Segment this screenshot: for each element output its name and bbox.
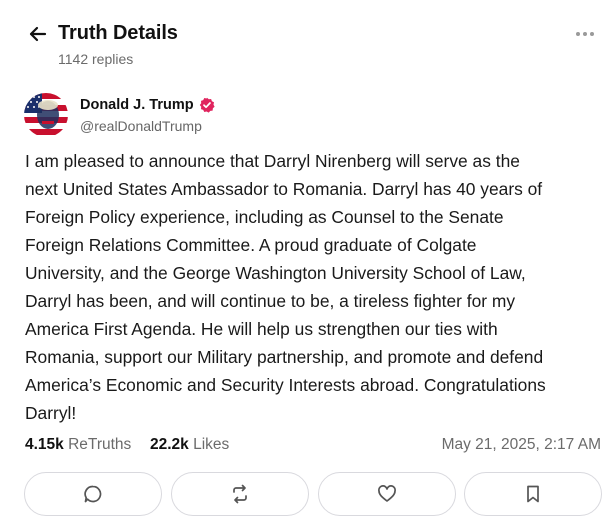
post-body-line: America’s Economic and Security Interest…	[25, 375, 546, 395]
post-body-line: Foreign Relations Committee. A proud gra…	[25, 235, 477, 255]
author-name-row: Donald J. Trump	[80, 97, 215, 113]
reply-button[interactable]	[24, 472, 162, 516]
more-options-button[interactable]	[574, 26, 596, 42]
post-stats: 4.15k ReTruths 22.2k Likes May 21, 2025,…	[25, 436, 601, 458]
post-body-line: Foreign Policy experience, including as …	[25, 207, 504, 227]
heart-icon	[378, 485, 396, 502]
post-body-line: Darryl!	[25, 403, 77, 423]
retruth-icon	[233, 484, 247, 504]
more-horizontal-icon	[576, 32, 594, 36]
post-body-line: University, and the George Washington Un…	[25, 263, 526, 283]
retruths-count: 4.15k	[25, 436, 64, 453]
page-header: Truth Details 1142 replies	[26, 20, 596, 72]
post-body-line: next United States Ambassador to Romania…	[25, 179, 543, 199]
likes-stat[interactable]: 22.2k Likes	[150, 436, 229, 454]
post-author: Donald J. Trump @realDonaldTrump	[24, 93, 424, 137]
avatar[interactable]	[24, 93, 68, 137]
reply-icon	[84, 485, 102, 503]
retruth-button[interactable]	[171, 472, 309, 516]
post-body-line: America First Agenda. He will help us st…	[25, 319, 498, 339]
bookmark-icon	[527, 485, 539, 503]
action-bar	[24, 472, 602, 516]
retruths-stat[interactable]: 4.15k ReTruths	[25, 436, 131, 454]
bookmark-button[interactable]	[464, 472, 602, 516]
verified-badge-icon	[199, 97, 215, 113]
replies-count: 1142 replies	[58, 51, 134, 67]
back-button[interactable]	[26, 22, 50, 46]
post-body-line: Romania, support our Military partnershi…	[25, 347, 544, 367]
post-body-line: I am pleased to announce that Darryl Nir…	[25, 151, 520, 171]
author-handle[interactable]: @realDonaldTrump	[80, 118, 202, 134]
likes-count: 22.2k	[150, 436, 189, 453]
post-body: I am pleased to announce that Darryl Nir…	[25, 147, 605, 427]
post-timestamp: May 21, 2025, 2:17 AM	[441, 436, 601, 453]
post-body-line: Darryl has been, and will continue to be…	[25, 291, 516, 311]
retruths-label: ReTruths	[68, 436, 132, 453]
likes-label: Likes	[193, 436, 230, 453]
author-name[interactable]: Donald J. Trump	[80, 97, 194, 113]
like-button[interactable]	[318, 472, 456, 516]
page-title: Truth Details	[58, 22, 178, 44]
arrow-left-icon	[29, 26, 47, 42]
